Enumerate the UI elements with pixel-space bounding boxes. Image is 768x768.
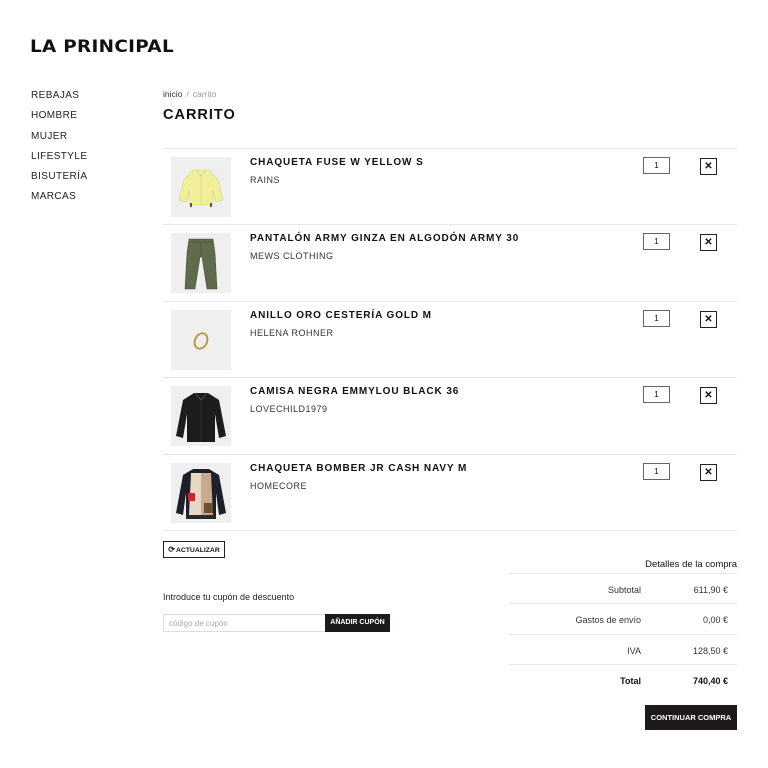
nav-item-mujer[interactable]: MUJER bbox=[31, 131, 87, 151]
product-name[interactable]: ANILLO ORO CESTERÍA GOLD M bbox=[250, 310, 432, 321]
remove-item-button[interactable]: ✕ bbox=[700, 387, 717, 405]
quantity-input[interactable] bbox=[643, 462, 670, 480]
product-image-army-pants[interactable] bbox=[171, 233, 231, 294]
refresh-icon: ⟳ bbox=[168, 545, 175, 554]
update-cart-button[interactable]: ⟳ACTUALIZAR bbox=[163, 541, 225, 558]
order-summary: Subtotal 611,90 € Gastos de envío 0,00 €… bbox=[509, 573, 737, 695]
product-name[interactable]: CAMISA NEGRA EMMYLOU BLACK 36 bbox=[250, 386, 459, 397]
tax-value: 128,50 € bbox=[692, 645, 728, 656]
checkout-button[interactable]: CONTINUAR COMPRA bbox=[645, 705, 737, 730]
cart-item-row: ANILLO ORO CESTERÍA GOLD M HELENA ROHNER… bbox=[163, 302, 737, 379]
shipping-label: Gastos de envío bbox=[575, 615, 641, 626]
total-label: Total bbox=[620, 675, 641, 686]
remove-item-button[interactable]: ✕ bbox=[700, 310, 717, 328]
breadcrumb-current: carrito bbox=[192, 89, 217, 99]
coupon-label: Introduce tu cupón de descuento bbox=[163, 592, 295, 602]
nav-item-marcas[interactable]: MARCAS bbox=[31, 191, 87, 211]
quantity-input[interactable] bbox=[643, 386, 670, 404]
page-title: CARRITO bbox=[163, 107, 236, 123]
product-brand: HOMECORE bbox=[250, 480, 308, 491]
tax-label: IVA bbox=[627, 645, 641, 656]
remove-item-button[interactable]: ✕ bbox=[700, 463, 717, 481]
total-value: 740,40 € bbox=[692, 675, 728, 686]
subtotal-value: 611,90 € bbox=[693, 585, 728, 595]
product-brand: MEWS CLOTHING bbox=[250, 251, 334, 262]
cart-item-row: CHAQUETA BOMBER JR CASH NAVY M HOMECORE … bbox=[163, 455, 737, 531]
cart-item-row: CHAQUETA FUSE W YELLOW S RAINS ✕ bbox=[163, 149, 737, 226]
remove-item-button[interactable]: ✕ bbox=[700, 234, 717, 252]
product-brand: LOVECHILD1979 bbox=[250, 404, 328, 415]
subtotal-label: Subtotal bbox=[607, 585, 641, 595]
summary-row-subtotal: Subtotal 611,90 € bbox=[509, 574, 737, 605]
nav-item-hombre[interactable]: HOMBRE bbox=[31, 110, 87, 130]
product-image-yellow-jacket[interactable] bbox=[171, 157, 231, 217]
cart-item-row: CAMISA NEGRA EMMYLOU BLACK 36 LOVECHILD1… bbox=[163, 378, 737, 455]
summary-row-total: Total 740,40 € bbox=[509, 665, 737, 695]
product-name[interactable]: PANTALÓN ARMY GINZA EN ALGODÓN ARMY 30 bbox=[250, 233, 519, 244]
product-brand: RAINS bbox=[250, 175, 281, 185]
quantity-input[interactable] bbox=[643, 233, 670, 251]
product-image-bomber-jacket[interactable] bbox=[171, 462, 231, 523]
quantity-input[interactable] bbox=[643, 309, 670, 327]
summary-title: Detalles de la compra bbox=[645, 559, 737, 570]
product-image-gold-ring[interactable] bbox=[171, 309, 231, 370]
main-nav: REBAJAS HOMBRE MUJER LIFESTYLE BISUTERÍA… bbox=[31, 90, 87, 212]
product-name[interactable]: CHAQUETA FUSE W YELLOW S bbox=[250, 157, 424, 168]
quantity-input[interactable] bbox=[643, 157, 670, 174]
cart-list: CHAQUETA FUSE W YELLOW S RAINS ✕ PANTALÓ… bbox=[163, 148, 737, 531]
cart-item-row: PANTALÓN ARMY GINZA EN ALGODÓN ARMY 30 M… bbox=[163, 225, 737, 302]
store-logo[interactable]: LA PRINCIPAL bbox=[30, 37, 174, 57]
nav-item-bisuteria[interactable]: BISUTERÍA bbox=[31, 171, 87, 191]
shipping-value: 0,00 € bbox=[702, 615, 728, 626]
remove-item-button[interactable]: ✕ bbox=[700, 158, 717, 175]
nav-item-rebajas[interactable]: REBAJAS bbox=[31, 90, 87, 110]
summary-row-tax: IVA 128,50 € bbox=[509, 635, 737, 665]
coupon-input[interactable] bbox=[163, 614, 325, 632]
breadcrumb-separator: / bbox=[186, 89, 189, 99]
breadcrumb-home-link[interactable]: inicio bbox=[163, 89, 182, 99]
breadcrumb: inicio / carrito bbox=[163, 89, 216, 99]
nav-item-lifestyle[interactable]: LIFESTYLE bbox=[31, 151, 87, 171]
product-name[interactable]: CHAQUETA BOMBER JR CASH NAVY M bbox=[250, 463, 467, 474]
product-image-black-shirt[interactable] bbox=[171, 386, 231, 447]
update-cart-label: ACTUALIZAR bbox=[175, 547, 220, 554]
apply-coupon-button[interactable]: AÑADIR CUPÓN bbox=[325, 614, 390, 632]
summary-row-shipping: Gastos de envío 0,00 € bbox=[509, 604, 737, 635]
product-brand: HELENA ROHNER bbox=[250, 327, 334, 338]
